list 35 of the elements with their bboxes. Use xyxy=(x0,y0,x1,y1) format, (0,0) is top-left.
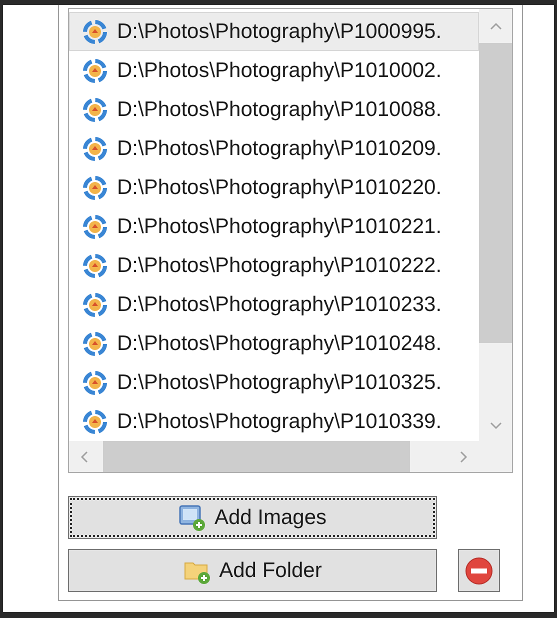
file-list-item[interactable]: D:\Photos\Photography\P1010002. xyxy=(69,51,479,90)
file-list-item[interactable]: D:\Photos\Photography\P1010233. xyxy=(69,285,479,324)
remove-icon xyxy=(464,556,494,586)
image-file-icon xyxy=(82,292,108,318)
file-list-item[interactable]: D:\Photos\Photography\P1000995. xyxy=(69,12,479,51)
scroll-down-icon xyxy=(488,421,502,431)
add-image-icon xyxy=(178,504,206,532)
scroll-up-icon xyxy=(488,21,502,31)
file-list-item[interactable]: D:\Photos\Photography\P1010088. xyxy=(69,90,479,129)
image-file-icon xyxy=(82,252,108,278)
file-list-item[interactable]: D:\Photos\Photography\P1010325. xyxy=(69,363,479,402)
scrollbar-thumb[interactable] xyxy=(479,43,512,343)
image-file-icon xyxy=(82,136,108,162)
image-file-icon xyxy=(82,58,108,84)
image-file-icon xyxy=(82,18,108,44)
image-file-icon xyxy=(82,370,108,396)
add-folder-button[interactable]: Add Folder xyxy=(68,549,437,592)
remove-button[interactable] xyxy=(458,549,500,592)
image-file-icon xyxy=(82,330,108,356)
file-list-item[interactable]: D:\Photos\Photography\P1010248. xyxy=(69,324,479,363)
vertical-scrollbar[interactable] xyxy=(479,9,512,441)
file-list-item[interactable]: D:\Photos\Photography\P1010209. xyxy=(69,129,479,168)
scroll-left-icon xyxy=(79,450,89,464)
image-file-icon xyxy=(82,96,108,122)
file-list-item[interactable]: D:\Photos\Photography\P1010339. xyxy=(69,402,479,441)
horizontal-scrollbar[interactable] xyxy=(69,441,479,472)
scrollbar-thumb[interactable] xyxy=(103,441,410,472)
image-file-icon xyxy=(82,174,108,200)
image-file-icon xyxy=(82,214,108,240)
file-list-item[interactable]: D:\Photos\Photography\P1010220. xyxy=(69,168,479,207)
scroll-right-icon xyxy=(459,450,469,464)
file-list-item[interactable]: D:\Photos\Photography\P1010222. xyxy=(69,246,479,285)
add-images-button[interactable]: Add Images xyxy=(68,496,437,539)
file-list-item[interactable]: D:\Photos\Photography\P1010221. xyxy=(69,207,479,246)
image-file-icon xyxy=(82,408,108,434)
